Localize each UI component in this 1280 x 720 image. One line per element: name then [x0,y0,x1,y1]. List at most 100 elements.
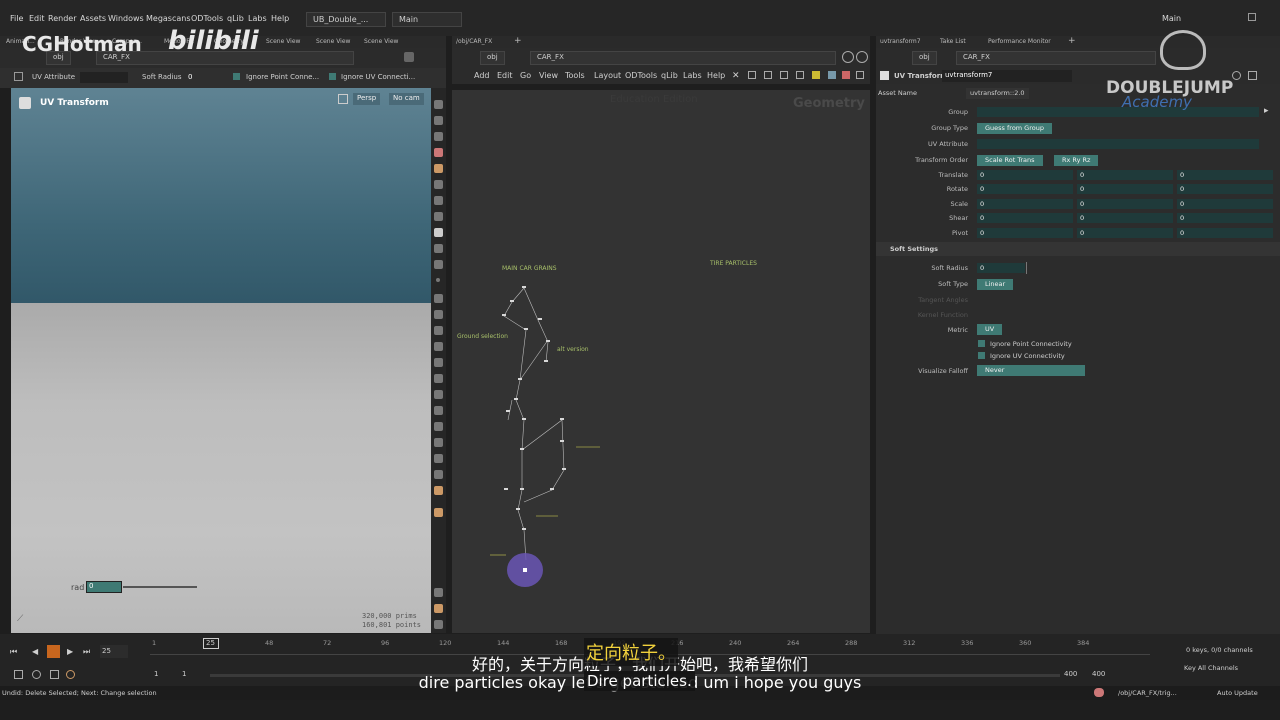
menu-file[interactable]: File [10,14,23,23]
rotate-x[interactable]: 0 [977,184,1073,194]
display-options-icon[interactable] [434,180,443,189]
light-icon[interactable] [434,164,443,173]
net-menu-edit[interactable]: Edit [497,71,513,80]
visualize-falloff-menu[interactable]: Never [977,365,1085,376]
bbox-icon[interactable] [434,390,443,399]
menu-qlib[interactable]: qLib [227,14,244,23]
ignore-point-connectivity-checkbox[interactable] [978,340,985,347]
param-path-obj[interactable]: obj [912,51,937,65]
tools-icon[interactable]: ✕ [732,71,740,81]
vertex-icon[interactable] [434,358,443,367]
main-desktop-tab[interactable]: Main [392,12,462,27]
shade-icon[interactable] [434,260,443,269]
lock-view-icon[interactable] [434,132,443,141]
node-network-editor[interactable]: Education Edition Geometry MAIN CAR GRAI… [452,90,870,633]
param-path-car-fx[interactable]: CAR_FX [956,51,1156,65]
origin-icon[interactable] [434,422,443,431]
net-menu-tools[interactable]: Tools [565,71,585,80]
rad-slider[interactable] [123,586,197,588]
ghost-icon[interactable] [434,148,443,157]
rotation-order-menu[interactable]: Rx Ry Rz [1054,155,1099,166]
net-menu-add[interactable]: Add [474,71,490,80]
pivot-x[interactable]: 0 [977,228,1073,238]
asset-name-menu[interactable]: uvtransform::2.0 [966,88,1029,99]
gear-icon[interactable] [1248,71,1257,80]
pin-icon[interactable] [404,52,414,62]
normal-icon[interactable] [434,310,443,319]
net-menu-view[interactable]: View [539,71,558,80]
handle-tool-icon[interactable] [14,72,23,81]
group-type-menu[interactable]: Guess from Group [977,123,1052,134]
arrow-select-icon[interactable]: ▸ [1264,106,1269,116]
soft-type-menu[interactable]: Linear [977,279,1014,290]
camera-icon[interactable] [434,212,443,221]
pivot-y[interactable]: 0 [1077,228,1173,238]
net-menu-labs[interactable]: Labs [683,71,702,80]
add-tab-icon[interactable]: + [514,36,522,46]
persp-menu[interactable]: Persp [353,93,381,105]
point-icon[interactable] [436,278,440,282]
select-tool-icon[interactable] [434,100,443,109]
grid-icon[interactable] [434,406,443,415]
image-mode-icon[interactable] [828,71,836,79]
uv-attribute-param-field[interactable] [977,139,1259,149]
net-menu-help[interactable]: Help [707,71,725,80]
pivot-z[interactable]: 0 [1177,228,1273,238]
shear-z[interactable]: 0 [1177,213,1273,223]
move-tool-icon[interactable] [434,116,443,125]
rad-field[interactable]: 0 [86,581,122,593]
image-icon[interactable] [434,486,443,495]
group-field[interactable] [977,107,1259,117]
net-menu-odtools[interactable]: ODTools [625,71,657,80]
shear-x[interactable]: 0 [977,213,1073,223]
sticky-note-icon[interactable] [812,71,820,79]
camera-menu[interactable]: No cam [389,93,424,105]
guide-icon[interactable] [434,374,443,383]
grid-mode-icon[interactable] [764,71,772,79]
network-path-car-fx[interactable]: CAR_FX [530,51,836,65]
help-param-icon[interactable] [1232,71,1241,80]
lock-icon[interactable] [338,94,348,104]
menu-megascans[interactable]: Megascans [146,14,191,23]
menu-assets[interactable]: Assets [80,14,106,23]
node-name-field[interactable]: uvtransform7 [942,70,1072,82]
menu-odtools[interactable]: ODTools [191,14,223,23]
soft-radius-field[interactable]: 0 [977,263,1025,273]
scale-x[interactable]: 0 [977,199,1073,209]
frame-marker[interactable]: 25 [203,638,219,649]
wire-icon[interactable] [434,244,443,253]
tab-scene-view-3[interactable]: Scene View [364,38,398,45]
thumb-mode-icon[interactable] [796,71,804,79]
scale-z[interactable]: 0 [1177,199,1273,209]
list-mode-icon[interactable] [748,71,756,79]
shear-y[interactable]: 0 [1077,213,1173,223]
scale-y[interactable]: 0 [1077,199,1173,209]
desktop-select[interactable]: UB_Double_... [306,12,386,27]
tab-scene-view-2[interactable]: Scene View [316,38,350,45]
tab-scene-view-1[interactable]: Scene View [266,38,300,45]
ignore-uv-checkbox[interactable] [329,73,336,80]
translate-y[interactable]: 0 [1077,170,1173,180]
tab-uvtransform7[interactable]: uvtransform7 [880,38,921,45]
info-icon[interactable] [842,51,854,63]
menu-render[interactable]: Render [48,14,76,23]
translate-z[interactable]: 0 [1177,170,1273,180]
ignore-uv-connectivity-checkbox[interactable] [978,352,985,359]
translate-x[interactable]: 0 [977,170,1073,180]
soft-settings-folder[interactable]: Soft Settings [876,242,1280,256]
transform-order-menu[interactable]: Scale Rot Trans [977,155,1043,166]
rotate-z[interactable]: 0 [1177,184,1273,194]
ignore-point-checkbox[interactable] [233,73,240,80]
tab-network-car-fx[interactable]: /obj/CAR_FX [456,38,492,45]
snap-icon[interactable] [434,196,443,205]
sync-icon[interactable] [856,51,868,63]
menu-edit[interactable]: Edit [29,14,45,23]
net-menu-layout[interactable]: Layout [594,71,621,80]
net-menu-go[interactable]: Go [520,71,531,80]
background-icon[interactable] [434,454,443,463]
help-icon[interactable] [434,588,443,597]
uvtransform-node[interactable] [523,568,527,572]
maximize-icon[interactable] [1248,13,1256,21]
scale-icon[interactable] [434,470,443,479]
tree-mode-icon[interactable] [780,71,788,79]
